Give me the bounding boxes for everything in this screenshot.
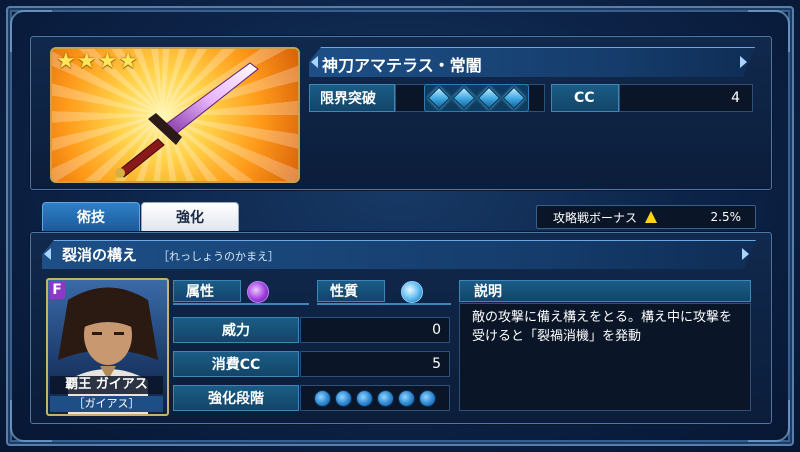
tab-skill[interactable]: 術技 xyxy=(42,202,140,232)
gem-icon xyxy=(452,86,476,110)
limit-break-gems xyxy=(424,84,529,112)
character-subname: ［ガイアス］ xyxy=(50,396,163,412)
gem-icon xyxy=(427,86,451,110)
rarity-stars: ★ ★ ★ ★ xyxy=(56,51,138,73)
level-circle-icon xyxy=(419,389,436,407)
weapon-name: 神刀アマテラス・常闇 xyxy=(322,56,482,75)
cc-cost-label: 消費CC xyxy=(173,351,299,377)
star-icon: ★ xyxy=(76,49,97,74)
star-icon: ★ xyxy=(56,49,76,74)
raid-bonus-value: 2.5% xyxy=(710,210,742,224)
tab-enhance[interactable]: 強化 xyxy=(141,202,239,232)
skill-name: 裂消の構え xyxy=(62,246,138,264)
description-text: 敵の攻撃に備え構えをとる。構え中に攻撃を受けると「裂禍消機」を発動 xyxy=(459,303,751,411)
skill-reading: ［れっしょうのかまえ］ xyxy=(158,250,279,263)
level-circle-icon xyxy=(398,389,415,407)
cc-label: CC xyxy=(551,84,619,112)
star-icon: ★ xyxy=(97,49,118,74)
attribute-icon xyxy=(247,281,269,303)
up-arrow-icon xyxy=(645,211,658,223)
arrow-left-icon xyxy=(44,248,51,260)
gem-icon xyxy=(477,86,501,110)
arrow-right-icon xyxy=(742,248,749,260)
weapon-card[interactable]: ★ ★ ★ ★ xyxy=(50,47,300,183)
nature-label: 性質 xyxy=(317,280,385,302)
divider xyxy=(173,303,309,305)
raid-bonus: 攻略戦ボーナス 2.5% xyxy=(536,205,756,229)
enhance-level-circles xyxy=(304,389,446,407)
level-circle-icon xyxy=(377,389,394,407)
attribute-label: 属性 xyxy=(173,280,241,302)
power-value: 0 xyxy=(300,317,450,343)
rank-badge: F xyxy=(49,281,65,299)
skill-title-bar xyxy=(42,240,756,269)
level-circle-icon xyxy=(314,389,331,407)
level-circle-icon xyxy=(356,389,373,407)
enhance-level-label: 強化段階 xyxy=(173,385,299,411)
cc-cost-value: 5 xyxy=(300,351,450,377)
raid-bonus-label: 攻略戦ボーナス xyxy=(553,210,638,225)
gem-icon xyxy=(502,86,526,110)
character-name: 覇王 ガイアス xyxy=(50,376,163,394)
star-icon: ★ xyxy=(118,49,138,74)
arrow-right-icon xyxy=(740,56,747,68)
divider xyxy=(317,303,451,305)
arrow-left-icon xyxy=(311,56,318,68)
power-label: 威力 xyxy=(173,317,299,343)
limit-break-value xyxy=(395,84,545,112)
cc-value: 4 xyxy=(619,84,753,112)
level-circle-icon xyxy=(335,389,352,407)
limit-break-label: 限界突破 xyxy=(309,84,395,112)
nature-icon xyxy=(401,281,423,303)
description-label: 説明 xyxy=(459,280,751,302)
character-portrait[interactable]: F 覇王 ガイアス ［ガイアス］ xyxy=(46,278,169,416)
